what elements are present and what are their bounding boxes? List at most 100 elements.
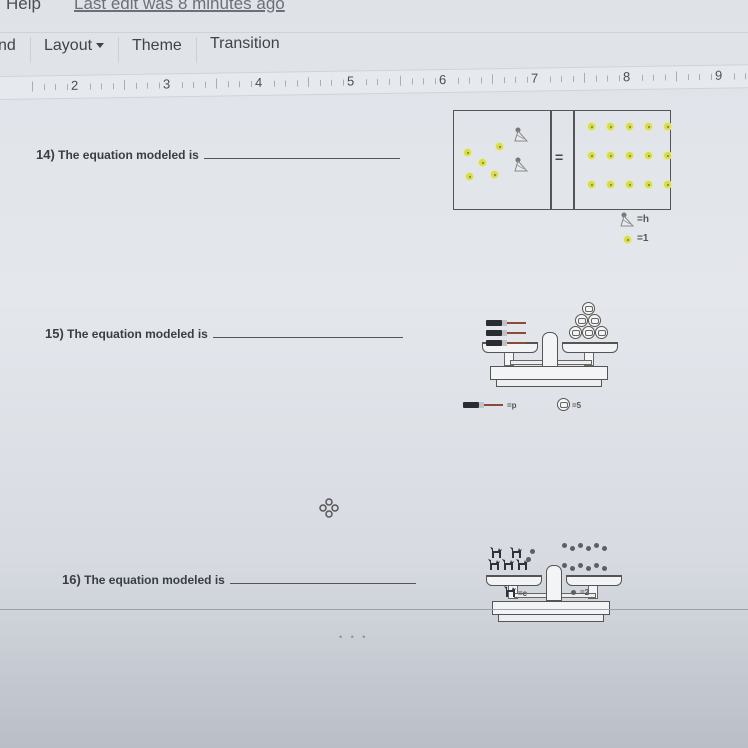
unit-tile	[626, 152, 633, 159]
move-cursor-icon	[319, 498, 339, 518]
ruler-tick	[607, 75, 608, 82]
scale-foot	[498, 615, 604, 622]
unit-tile	[479, 159, 486, 166]
equals-sign: =	[555, 149, 564, 165]
layout-button[interactable]: Layout	[44, 37, 105, 55]
cat	[502, 559, 514, 570]
unit-tile	[588, 152, 595, 159]
last-edit-link[interactable]: Last edit was 8 minutes ago	[74, 0, 309, 14]
ruler-tick	[480, 77, 482, 84]
answer-blank	[213, 337, 404, 338]
unit-tile	[588, 181, 595, 188]
weight	[568, 326, 582, 339]
party-hat-icon	[514, 157, 528, 172]
balance-scale-16[interactable]	[482, 525, 622, 625]
ruler-tick	[158, 82, 160, 89]
scale-base	[490, 366, 608, 380]
ruler-tick	[365, 79, 367, 86]
legend-c-text: =c	[518, 589, 528, 598]
equation-mat[interactable]: =	[453, 110, 671, 210]
ruler-tick	[112, 83, 114, 90]
ruler-tick	[618, 75, 620, 82]
question-16[interactable]: 16) The equation modeled is	[62, 572, 417, 587]
ruler-tick	[181, 82, 183, 89]
menu-help[interactable]: Help	[6, 0, 41, 14]
pebble	[594, 563, 599, 568]
answer-blank	[204, 158, 401, 159]
weight	[594, 326, 608, 339]
scale-tower	[546, 565, 562, 601]
ruler-number: 2	[69, 77, 81, 93]
ruler-tick	[250, 81, 252, 88]
question-number: 15)	[45, 326, 64, 341]
background-button[interactable]: nd	[0, 37, 16, 55]
balance-scale-15[interactable]	[480, 290, 620, 390]
horizontal-ruler[interactable]: 2 3 4 5 6 7 8 9	[0, 64, 748, 100]
speaker-notes-drag-handle[interactable]: • • •	[339, 632, 368, 642]
unit-tile	[664, 181, 671, 188]
chevron-down-icon	[96, 43, 105, 49]
pebble	[526, 557, 531, 562]
ruler-tick	[101, 83, 102, 90]
ruler-number: 3	[161, 76, 173, 92]
ruler-tick	[193, 81, 194, 88]
ruler-number: 9	[713, 67, 725, 83]
speaker-notes-divider[interactable]	[0, 609, 748, 610]
ruler-tick	[457, 77, 459, 84]
ruler-tick	[124, 80, 125, 91]
unit-tile	[664, 152, 671, 159]
ruler-tick	[411, 78, 413, 85]
ruler-tick	[492, 74, 493, 85]
ruler-tick	[503, 77, 505, 84]
ruler-tick	[204, 81, 206, 88]
ruler-number: 8	[621, 69, 633, 85]
weight-icon	[557, 398, 570, 411]
ruler-tick	[400, 75, 401, 86]
transition-button[interactable]: Transition	[210, 35, 280, 53]
unit-tile	[491, 171, 498, 178]
ruler-tick	[342, 79, 344, 86]
ruler-tick	[216, 78, 217, 89]
weight	[581, 326, 595, 339]
ruler-tick	[641, 74, 643, 81]
unit-tile	[607, 181, 614, 188]
paintbrush	[486, 320, 526, 326]
ruler-tick	[147, 82, 148, 89]
ruler-tick	[526, 76, 528, 83]
ruler-tick	[664, 74, 666, 81]
toolbar-divider	[30, 37, 31, 63]
question-number: 16)	[62, 572, 81, 587]
pebble	[578, 563, 583, 568]
ruler-tick	[55, 84, 56, 91]
question-prompt: The equation modeled is	[58, 148, 199, 162]
ruler-tick	[388, 78, 390, 85]
unit-tile	[645, 152, 652, 159]
ruler-tick	[89, 83, 91, 90]
question-14[interactable]: 14) The equation modeled is	[36, 147, 401, 162]
ruler-tick	[549, 76, 551, 83]
slide-canvas[interactable]: 14) The equation modeled is = =h =1 15) …	[0, 110, 748, 622]
theme-button[interactable]: Theme	[132, 37, 182, 55]
paintbrush-icon	[463, 402, 503, 408]
ruler-tick	[331, 79, 332, 86]
cat	[490, 547, 502, 558]
legend-5-text: =5	[572, 401, 582, 410]
cat	[488, 559, 500, 570]
mat-divider	[573, 111, 575, 209]
mat-divider	[550, 111, 552, 209]
weight	[575, 314, 588, 327]
ruler-tick	[687, 74, 689, 81]
unit-tile	[645, 181, 652, 188]
ruler-number: 5	[345, 73, 357, 89]
toolbar-divider	[196, 37, 197, 63]
pebble	[586, 546, 591, 551]
ruler-tick	[423, 78, 424, 85]
question-15[interactable]: 15) The equation modeled is	[45, 326, 404, 341]
scale-base	[492, 601, 610, 615]
pebble	[570, 546, 575, 551]
unit-tile	[466, 173, 473, 180]
scale-tower	[542, 332, 558, 368]
paintbrush	[486, 330, 526, 336]
unit-tile	[607, 123, 614, 130]
ruler-tick	[676, 71, 677, 82]
